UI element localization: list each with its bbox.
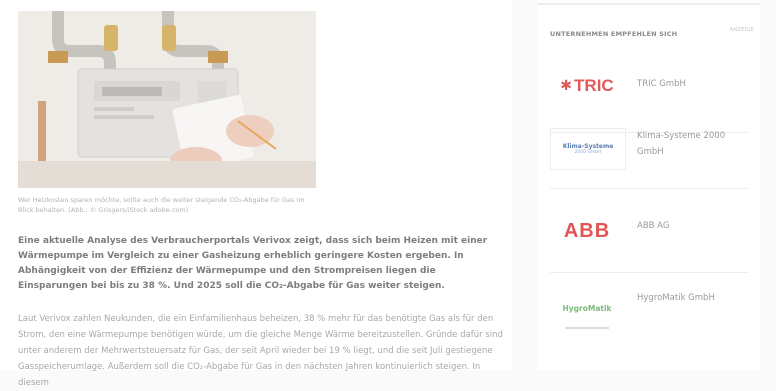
klima-systeme-logo[interactable]: Klima-Systeme 2000 GmbH <box>550 128 626 170</box>
sidebar-recommendations: UNTERNEHMEN EMPFEHLEN SICH ANZEIGE ✱ TRI… <box>538 0 760 370</box>
company-name-klima[interactable]: Klima-Systeme 2000 GmbH <box>637 128 742 160</box>
image-caption: Wer Heizkosten sparen möchte, sollte auc… <box>18 196 305 214</box>
company-card-abb[interactable]: ABB ABB AG <box>550 190 748 273</box>
article-body: Laut Verivox zahlen Neukunden, die ein E… <box>18 314 503 388</box>
klima-logo-sub: 2000 GmbH <box>574 150 602 155</box>
sidebar-divider <box>538 3 760 5</box>
tric-logo-star-icon: ✱ <box>560 78 573 94</box>
ad-label: ANZEIGE <box>729 27 754 33</box>
abb-logo[interactable]: ABB <box>550 214 624 248</box>
hygromatik-logo-text: HygroMatik <box>562 303 612 313</box>
abb-logo-text: ABB <box>563 219 611 242</box>
hygromatik-logo-line <box>565 326 609 329</box>
article-main: Wer Heizkosten sparen möchte, sollte auc… <box>0 0 512 388</box>
company-card-hygromatik[interactable]: HygroMatik HygroMatik GmbH <box>550 272 748 362</box>
company-card-klima[interactable]: Klima-Systeme 2000 GmbH Klima-Systeme 20… <box>550 110 748 189</box>
hygromatik-logo[interactable]: HygroMatik <box>550 292 624 340</box>
company-name-hygromatik[interactable]: HygroMatik GmbH <box>637 290 742 306</box>
gas-meter-photo <box>18 11 316 188</box>
gas-meter-illustration <box>18 11 316 188</box>
company-name-tric[interactable]: TRIC GmbH <box>637 76 742 92</box>
klima-logo-text: Klima-Systeme <box>562 143 614 150</box>
sidebar-title: UNTERNEHMEN EMPFEHLEN SICH <box>550 30 678 38</box>
article-lead: Eine aktuelle Analyse des Verbraucherpor… <box>18 236 488 291</box>
tric-logo[interactable]: ✱ TRIC <box>550 68 624 104</box>
tric-logo-text: TRIC <box>574 76 614 95</box>
company-name-abb[interactable]: ABB AG <box>637 218 742 234</box>
